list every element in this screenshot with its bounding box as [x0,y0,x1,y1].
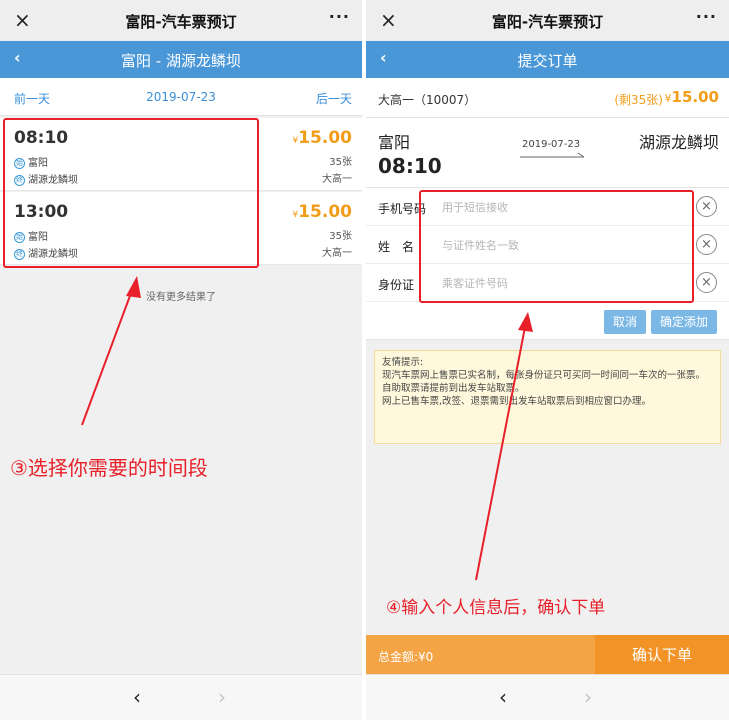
name-label: 姓 名 [378,240,415,254]
day-navigator: 前一天 2019-07-23 后一天 [0,78,362,116]
ticket-price: ¥15.00 [292,202,352,222]
price-value: 15.00 [298,128,352,148]
app-title: 富阳-汽车票预订 [125,13,237,31]
tips-line: 自助取票请提前到出发车站取票。 [382,383,525,394]
tips-title: 友情提示: [382,357,424,368]
departure-time: 08:10 [378,154,442,178]
more-icon[interactable]: ··· [329,7,350,26]
destination-name: 湖源龙鳞坝 [638,133,719,152]
browser-bottom-bar: ‹ › [0,674,362,720]
price-value: 15.00 [671,88,719,106]
tickets-remaining: 35张 [329,231,352,242]
left-phone-screen: × 富阳-汽车票预订 ··· ‹ 富阳 - 湖源龙鳞坝 前一天 2019-07-… [0,0,362,720]
clear-icon[interactable]: × [696,234,717,255]
top-bar: × 富阳-汽车票预订 ··· [366,0,729,41]
browser-forward-icon[interactable]: › [584,685,592,709]
highlight-box [3,118,259,268]
confirm-add-button[interactable]: 确定添加 [651,310,717,334]
nav-bar: ‹ 富阳 - 湖源龙鳞坝 [0,41,362,78]
top-bar: × 富阳-汽车票预订 ··· [0,0,362,41]
tips-line: 现汽车票网上售票已实名制，每张身份证只可买同一时间同一车次的一张票。 [382,370,706,381]
id-label: 身份证 [378,278,415,292]
origin-name: 富阳 [378,133,411,152]
step-3-annotation: ③选择你需要的时间段 [10,456,208,480]
departure-date: 2019-07-23 [522,139,581,150]
page-title: 提交订单 [517,52,578,70]
tickets-remaining: 35张 [329,157,352,168]
ticket-price: ¥15.00 [665,88,719,106]
bus-operator: 大高一 [322,174,352,185]
ticket-price: ¥15.00 [292,128,352,148]
step-4-annotation: ④输入个人信息后，确认下单 [386,598,606,618]
next-day-link[interactable]: 后一天 [316,90,352,107]
submit-bar: 总金额:¥0 确认下单 [366,635,729,675]
tickets-remaining: (剩35张) [614,93,663,107]
bus-operator: 大高一 [322,248,352,259]
no-more-results: 没有更多结果了 [146,292,216,303]
current-date[interactable]: 2019-07-23 [0,90,362,104]
app-title: 富阳-汽车票预订 [491,13,604,31]
route-title: 富阳 - 湖源龙鳞坝 [121,52,241,70]
bus-number: 大高一（10007） [378,93,477,107]
more-icon[interactable]: ··· [696,7,717,26]
price-value: 15.00 [298,202,352,222]
schedule-summary: 大高一（10007） (剩35张) ¥15.00 [366,78,729,118]
highlight-box [419,190,694,303]
nav-bar: ‹ 提交订单 [366,41,729,78]
tips-line: 网上已售车票,改签、退票需到出发车站取票后到相应窗口办理。 [382,396,652,407]
browser-bottom-bar: ‹ › [366,674,729,720]
confirm-order-button[interactable]: 确认下单 [595,635,729,675]
route-summary: 富阳 08:10 2019-07-23 湖源龙鳞坝 [366,118,729,188]
currency-symbol: ¥ [664,92,672,105]
clear-icon[interactable]: × [696,272,717,293]
browser-forward-icon[interactable]: › [218,685,226,709]
clear-icon[interactable]: × [696,196,717,217]
browser-back-icon[interactable]: ‹ [133,685,141,709]
cancel-button[interactable]: 取消 [604,310,646,334]
arrow-right-icon [520,152,585,158]
total-amount: 总金额:¥0 [378,650,434,664]
browser-back-icon[interactable]: ‹ [499,685,507,709]
tips-box: 友情提示: 现汽车票网上售票已实名制，每张身份证只可买同一时间同一车次的一张票。… [374,350,721,444]
